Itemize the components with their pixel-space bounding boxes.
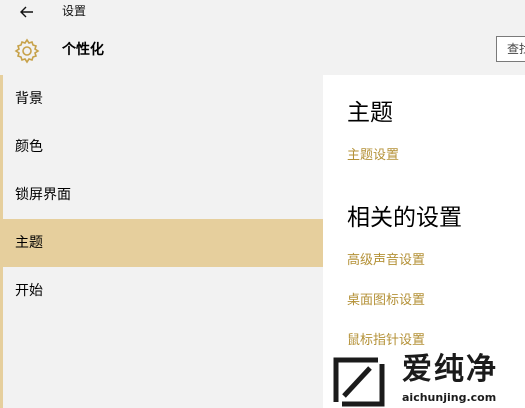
- back-button[interactable]: [16, 2, 38, 22]
- desktop-icon-settings-link[interactable]: 桌面图标设置: [347, 292, 425, 310]
- watermark-title: 爱纯净: [402, 352, 498, 387]
- window-title: 设置: [62, 4, 87, 18]
- back-arrow-icon: [20, 6, 33, 18]
- sidebar-item-background[interactable]: 背景: [0, 75, 323, 123]
- sidebar-item-start[interactable]: 开始: [0, 267, 323, 315]
- sidebar-item-themes[interactable]: 主题: [0, 219, 323, 267]
- mouse-pointer-settings-link[interactable]: 鼠标指针设置: [347, 332, 425, 350]
- watermark: 爱纯净 aichunjing.com: [330, 352, 525, 408]
- search-input[interactable]: 查找: [496, 36, 525, 62]
- advanced-sound-settings-link[interactable]: 高级声音设置: [347, 252, 425, 270]
- sidebar-item-lock-screen[interactable]: 锁屏界面: [0, 171, 323, 219]
- theme-heading: 主题: [347, 100, 393, 126]
- gear-icon: [14, 38, 40, 64]
- theme-settings-link[interactable]: 主题设置: [347, 147, 399, 165]
- watermark-logo-icon: [333, 357, 385, 407]
- related-settings-heading: 相关的设置: [347, 205, 462, 231]
- sidebar-item-colors[interactable]: 颜色: [0, 123, 323, 171]
- page-title: 个性化: [62, 42, 104, 58]
- watermark-url: aichunjing.com: [402, 391, 497, 404]
- title-bar: 设置: [0, 0, 525, 24]
- page-header: 个性化 查找: [0, 24, 525, 75]
